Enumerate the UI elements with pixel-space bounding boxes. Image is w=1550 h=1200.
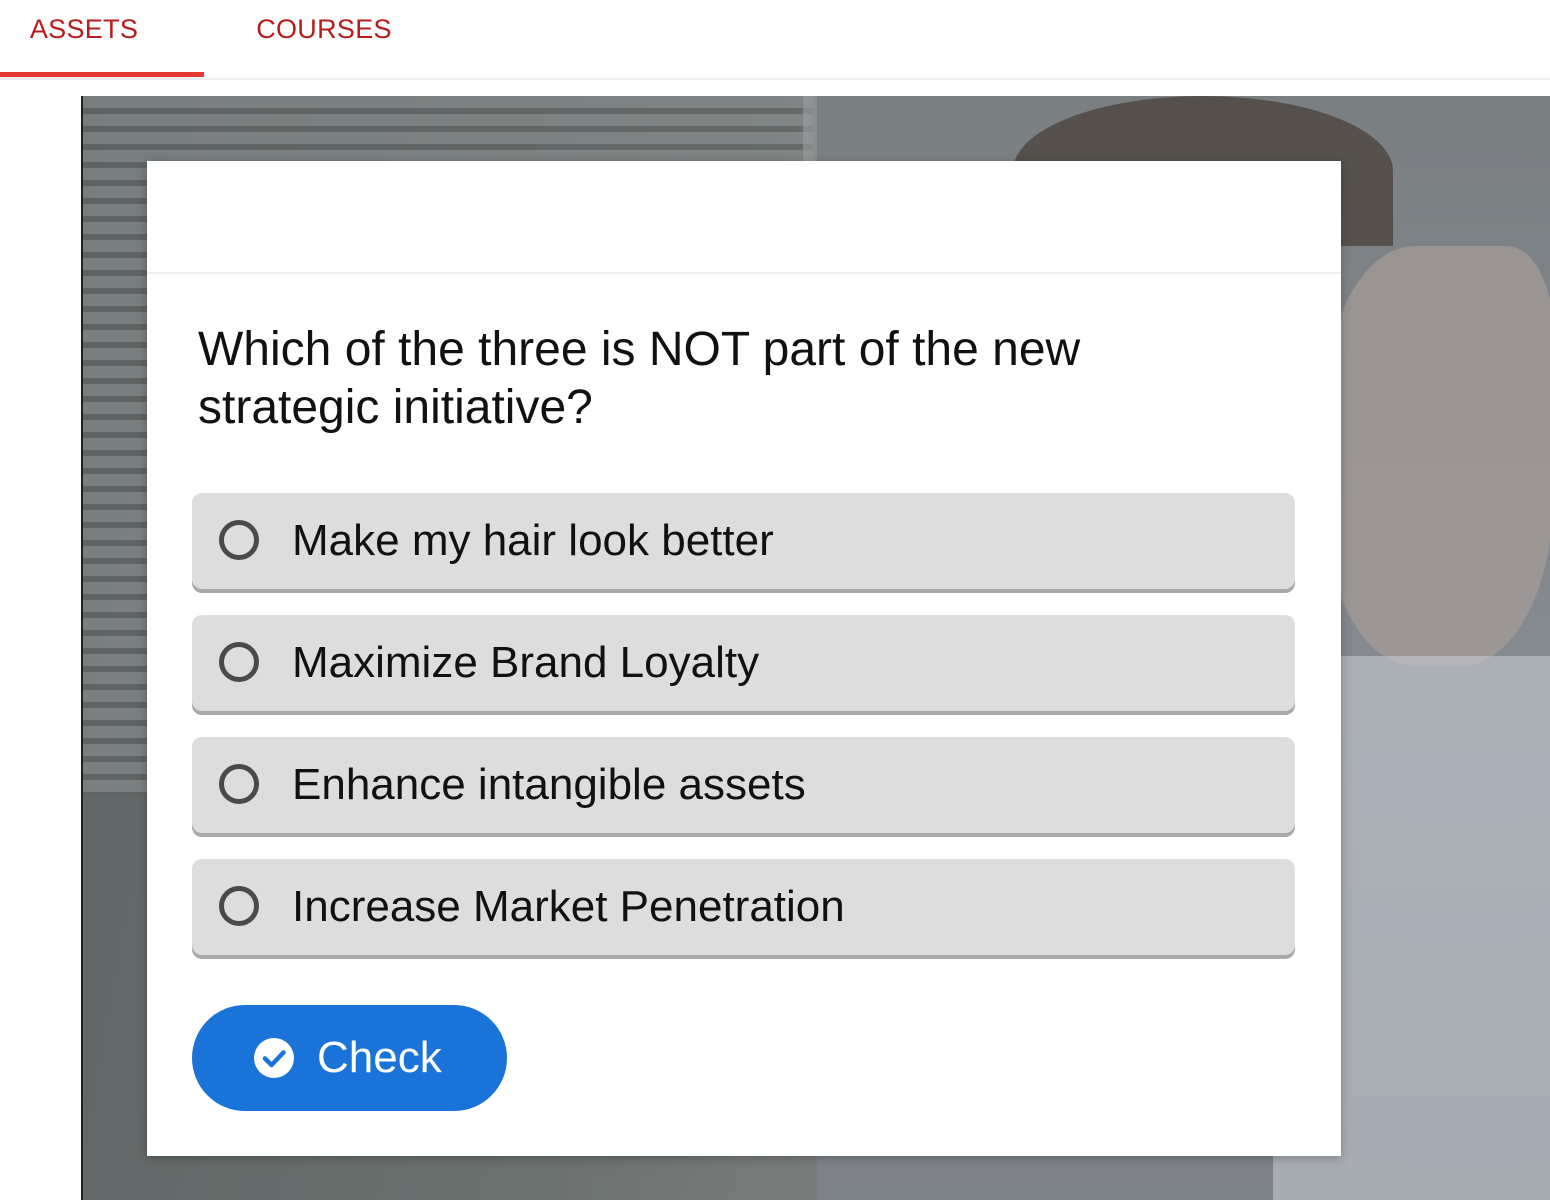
radio-button-icon[interactable]	[219, 764, 259, 804]
tab-assets-label: ASSETS	[29, 14, 139, 44]
quiz-option-label: Make my hair look better	[292, 516, 774, 565]
radio-button-icon[interactable]	[219, 886, 259, 926]
quiz-option[interactable]: Make my hair look better	[192, 493, 1295, 593]
check-circle-icon	[254, 1038, 294, 1078]
tab-assets[interactable]: ASSETS	[0, 0, 204, 76]
quiz-option-label: Maximize Brand Loyalty	[292, 638, 760, 687]
quiz-option-label: Enhance intangible assets	[292, 760, 806, 809]
quiz-question: Which of the three is NOT part of the ne…	[198, 323, 1081, 434]
top-tab-bar: ASSETS COURSES	[0, 0, 1550, 80]
quiz-option[interactable]: Increase Market Penetration	[192, 859, 1295, 959]
active-tab-indicator	[0, 72, 204, 77]
video-person-face	[1323, 246, 1550, 666]
quiz-option[interactable]: Enhance intangible assets	[192, 737, 1295, 837]
quiz-dialog-header	[147, 161, 1341, 274]
quiz-option[interactable]: Maximize Brand Loyalty	[192, 615, 1295, 715]
radio-button-icon[interactable]	[219, 642, 259, 682]
tab-courses[interactable]: COURSES	[204, 0, 444, 76]
check-button[interactable]: Check	[192, 1005, 507, 1111]
check-button-label: Check	[317, 1033, 442, 1082]
quiz-dialog: Which of the three is NOT part of the ne…	[147, 161, 1341, 1156]
radio-button-icon[interactable]	[219, 520, 259, 560]
quiz-options: Make my hair look better Maximize Brand …	[192, 493, 1295, 981]
quiz-option-label: Increase Market Penetration	[292, 882, 845, 931]
tab-courses-label: COURSES	[256, 14, 392, 44]
